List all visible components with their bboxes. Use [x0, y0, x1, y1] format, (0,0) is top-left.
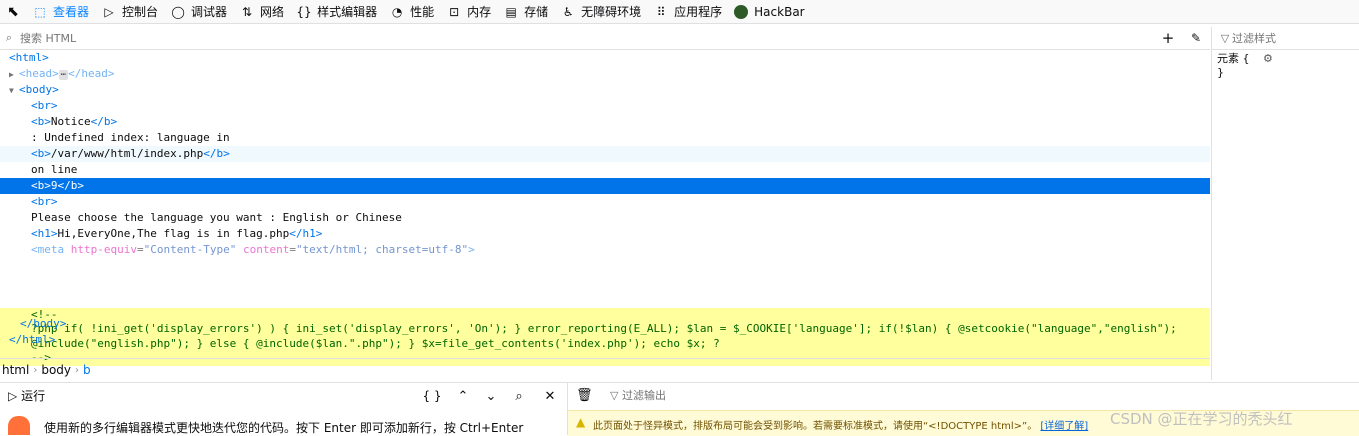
watermark: CSDN @正在学习的秃头红	[1110, 410, 1293, 428]
breadcrumb: html › body › b	[0, 358, 1210, 381]
search-icon: ⌕	[5, 31, 13, 44]
eyedropper-icon[interactable]: ✎	[1186, 27, 1206, 49]
filter-icon: ▽	[610, 389, 619, 402]
firefox-fox-icon	[8, 416, 30, 435]
chevron-right-icon: ›	[33, 364, 38, 376]
chevron-down-icon[interactable]: ⌄	[480, 383, 502, 410]
tab-console[interactable]: ▷ 控制台	[95, 0, 164, 23]
tree-node-meta[interactable]: <meta http-equiv="Content-Type" content=…	[31, 242, 1241, 258]
style-editor-icon: {}	[296, 4, 312, 19]
tree-text-node[interactable]: Please choose the language you want : En…	[31, 210, 1241, 226]
trash-icon[interactable]: 🗑	[576, 382, 593, 409]
expand-arrow-icon[interactable]: ▶	[9, 67, 19, 83]
markup-tree: <html> ▶ <head> ⋯ </head> ▼ <body> <br> <b>N…	[0, 50, 1210, 366]
memory-icon: ⊡	[449, 4, 460, 19]
tree-text-node[interactable]: on line	[31, 162, 1241, 178]
tab-network[interactable]: ⇅ 网络	[233, 0, 290, 23]
tree-node-html-close[interactable]: </html>	[9, 332, 1219, 348]
tab-hackbar[interactable]: HackBar	[728, 0, 810, 23]
tree-node-body-close[interactable]: </body>	[20, 316, 1230, 332]
run-button[interactable]: ▷ 运行	[8, 383, 45, 410]
tree-node-html[interactable]: <html>	[9, 50, 1219, 66]
tree-node-b-notice[interactable]: <b>Notice</b>	[31, 114, 1241, 130]
tab-accessibility[interactable]: ♿ 无障碍环境	[554, 0, 647, 23]
inspector-icon: ⬚	[34, 4, 46, 19]
console-toolbar: ▷ 运行 { } ⌃ ⌄ ⌕ ✕	[0, 382, 1359, 411]
filter-icon: ▽	[1220, 31, 1230, 45]
collapsed-ellipsis[interactable]: ⋯	[58, 70, 69, 80]
filter-styles-field[interactable]: ▽ 过滤样式	[1212, 27, 1359, 50]
performance-icon: ◔	[391, 4, 403, 19]
application-icon: ⠿	[656, 4, 666, 19]
reverse-search-icon[interactable]: ⌕	[508, 383, 530, 410]
tree-node-br[interactable]: <br>	[31, 98, 1241, 114]
element-picker-icon[interactable]: ⬉	[0, 0, 26, 23]
breadcrumb-b[interactable]: b	[83, 363, 91, 377]
console-icon: ▷	[104, 4, 114, 19]
network-icon: ⇅	[242, 4, 253, 19]
filter-output-field[interactable]: ▽ 过滤输出	[610, 382, 666, 409]
rules-panel: ▽ 过滤样式 元素 { } ⚙	[1211, 27, 1359, 380]
node-gear-icon[interactable]: ⚙	[1263, 52, 1273, 65]
play-icon: ▷	[8, 389, 18, 403]
editor-hint: 使用新的多行编辑器模式更快地迭代您的代码。按下 Enter 即可添加新行，按 C…	[0, 410, 567, 435]
tab-debugger[interactable]: ◯ 调试器	[164, 0, 233, 23]
tree-text-node[interactable]: : Undefined index: language in	[31, 130, 1241, 146]
chevron-up-icon[interactable]: ⌃	[452, 383, 474, 410]
debugger-icon: ◯	[171, 4, 185, 19]
warning-icon: ▲	[576, 415, 586, 429]
hackbar-icon	[734, 4, 749, 19]
devtools-toolbar: ⬉ ⬚ 查看器 ▷ 控制台 ◯ 调试器 ⇅ 网络 {} 样式编辑器 ◔ 性能 ⊡ 内存 ▤ 存储…	[0, 0, 1359, 24]
tree-node-h1[interactable]: <h1>Hi,EveryOne,The flag is in flag.php<…	[31, 226, 1241, 242]
tree-node-body[interactable]: ▼ <body>	[9, 82, 1219, 98]
tree-node-head[interactable]: ▶ <head> ⋯ </head>	[9, 66, 1219, 82]
search-html-input[interactable]	[18, 30, 922, 46]
html-search-bar: ⌕ + ✎	[0, 27, 1210, 50]
tree-node-b-line-selected[interactable]: <b>9</b>	[0, 178, 1210, 194]
storage-icon: ▤	[505, 4, 517, 19]
breadcrumb-body[interactable]: body	[41, 363, 71, 377]
tree-node-b-path[interactable]: <b>/var/www/html/index.php</b>	[0, 146, 1210, 162]
tab-memory[interactable]: ⊡ 内存	[440, 0, 497, 23]
tree-node-br[interactable]: <br>	[31, 194, 1241, 210]
tab-application[interactable]: ⠿ 应用程序	[647, 0, 728, 23]
accessibility-icon: ♿	[562, 4, 574, 19]
learn-more-link[interactable]: [详细了解]	[1040, 421, 1088, 432]
tab-inspector[interactable]: ⬚ 查看器	[26, 0, 95, 23]
collapse-arrow-icon[interactable]: ▼	[9, 83, 19, 99]
tab-style-editor[interactable]: {} 样式编辑器	[290, 0, 383, 23]
close-icon[interactable]: ✕	[539, 383, 561, 410]
chevron-right-icon: ›	[75, 364, 80, 376]
tab-performance[interactable]: ◔ 性能	[383, 0, 440, 23]
breadcrumb-html[interactable]: html	[2, 363, 29, 377]
element-rule[interactable]: 元素 { }	[1217, 52, 1250, 80]
tab-storage[interactable]: ▤ 存储	[497, 0, 554, 23]
pretty-print-button[interactable]: { }	[421, 383, 443, 410]
add-node-icon[interactable]: +	[1158, 27, 1178, 49]
